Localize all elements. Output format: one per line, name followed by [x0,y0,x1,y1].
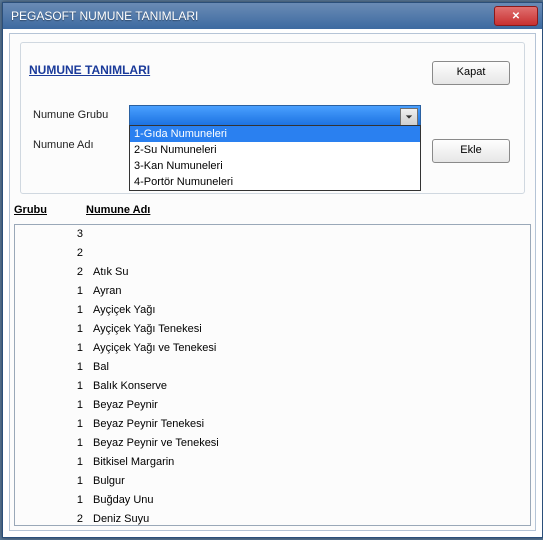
grid[interactable]: 322Atık Su1Ayran1Ayçiçek Yağı1Ayçiçek Ya… [15,225,530,525]
cell-grubu: 1 [15,434,89,453]
table-row[interactable]: 3 [15,225,530,244]
numune-grubu-combobox[interactable] [129,105,421,127]
grid-container: 322Atık Su1Ayran1Ayçiçek Yağı1Ayçiçek Ya… [14,224,531,526]
chevron-down-icon[interactable] [400,108,418,126]
cell-numune-adi: Bitkisel Margarin [89,453,530,472]
cell-grubu: 1 [15,472,89,491]
cell-grubu: 2 [15,244,89,263]
cell-grubu: 1 [15,301,89,320]
cell-numune-adi: Beyaz Peynir [89,396,530,415]
close-icon: ✕ [512,11,520,22]
table-row[interactable]: 1Beyaz Peynir Tenekesi [15,415,530,434]
cell-numune-adi: Atık Su [89,263,530,282]
cell-numune-adi: Buğday Unu [89,491,530,510]
client-area: NUMUNE TANIMLARI Kapat Numune Grubu Numu… [9,33,536,531]
dropdown-option[interactable]: 2-Su Numuneleri [130,142,420,158]
cell-grubu: 1 [15,491,89,510]
cell-numune-adi [89,225,530,244]
cell-numune-adi: Bal [89,358,530,377]
titlebar[interactable]: PEGASOFT NUMUNE TANIMLARI ✕ [3,3,542,29]
table-row[interactable]: 1Bulgur [15,472,530,491]
header-grubu: Grubu [10,204,84,216]
cell-grubu: 1 [15,377,89,396]
cell-grubu: 1 [15,453,89,472]
cell-grubu: 1 [15,415,89,434]
table-row[interactable]: 1Balık Konserve [15,377,530,396]
close-button[interactable]: Kapat [432,61,510,85]
window-title: PEGASOFT NUMUNE TANIMLARI [11,9,198,23]
cell-grubu: 2 [15,510,89,525]
grid-headers: Grubu Numune Adı [10,204,150,216]
cell-grubu: 1 [15,320,89,339]
cell-grubu: 1 [15,396,89,415]
table-row[interactable]: 2Atık Su [15,263,530,282]
table-row[interactable]: 2 [15,244,530,263]
table-row[interactable]: 1Ayçiçek Yağı ve Tenekesi [15,339,530,358]
table-row[interactable]: 1Ayçiçek Yağı [15,301,530,320]
dropdown-option[interactable]: 4-Portör Numuneleri [130,174,420,190]
table-row[interactable]: 2Deniz Suyu [15,510,530,525]
table-row[interactable]: 1Buğday Unu [15,491,530,510]
table-row[interactable]: 1Beyaz Peynir [15,396,530,415]
label-numune-grubu: Numune Grubu [33,109,108,121]
add-button[interactable]: Ekle [432,139,510,163]
cell-numune-adi: Balık Konserve [89,377,530,396]
section-title: NUMUNE TANIMLARI [29,63,150,77]
table-row[interactable]: 1Ayran [15,282,530,301]
window-close-button[interactable]: ✕ [494,6,538,26]
cell-numune-adi: Beyaz Peynir Tenekesi [89,415,530,434]
cell-numune-adi: Ayçiçek Yağı ve Tenekesi [89,339,530,358]
cell-numune-adi [89,244,530,263]
table-row[interactable]: 1Beyaz Peynir ve Tenekesi [15,434,530,453]
table-row[interactable]: 1Bitkisel Margarin [15,453,530,472]
cell-grubu: 2 [15,263,89,282]
dropdown-option[interactable]: 3-Kan Numuneleri [130,158,420,174]
cell-grubu: 1 [15,282,89,301]
form-group: NUMUNE TANIMLARI Kapat Numune Grubu Numu… [20,42,525,194]
cell-numune-adi: Ayran [89,282,530,301]
cell-grubu: 1 [15,339,89,358]
table-row[interactable]: 1Ayçiçek Yağı Tenekesi [15,320,530,339]
header-numune-adi: Numune Adı [84,204,150,216]
numune-grubu-dropdown[interactable]: 1-Gıda Numuneleri2-Su Numuneleri3-Kan Nu… [129,125,421,191]
cell-numune-adi: Ayçiçek Yağı Tenekesi [89,320,530,339]
dropdown-option[interactable]: 1-Gıda Numuneleri [130,126,420,142]
cell-grubu: 3 [15,225,89,244]
label-numune-adi: Numune Adı [33,139,94,151]
cell-numune-adi: Deniz Suyu [89,510,530,525]
cell-numune-adi: Ayçiçek Yağı [89,301,530,320]
window: PEGASOFT NUMUNE TANIMLARI ✕ NUMUNE TANIM… [2,2,543,538]
cell-numune-adi: Beyaz Peynir ve Tenekesi [89,434,530,453]
table-row[interactable]: 1Bal [15,358,530,377]
cell-numune-adi: Bulgur [89,472,530,491]
cell-grubu: 1 [15,358,89,377]
